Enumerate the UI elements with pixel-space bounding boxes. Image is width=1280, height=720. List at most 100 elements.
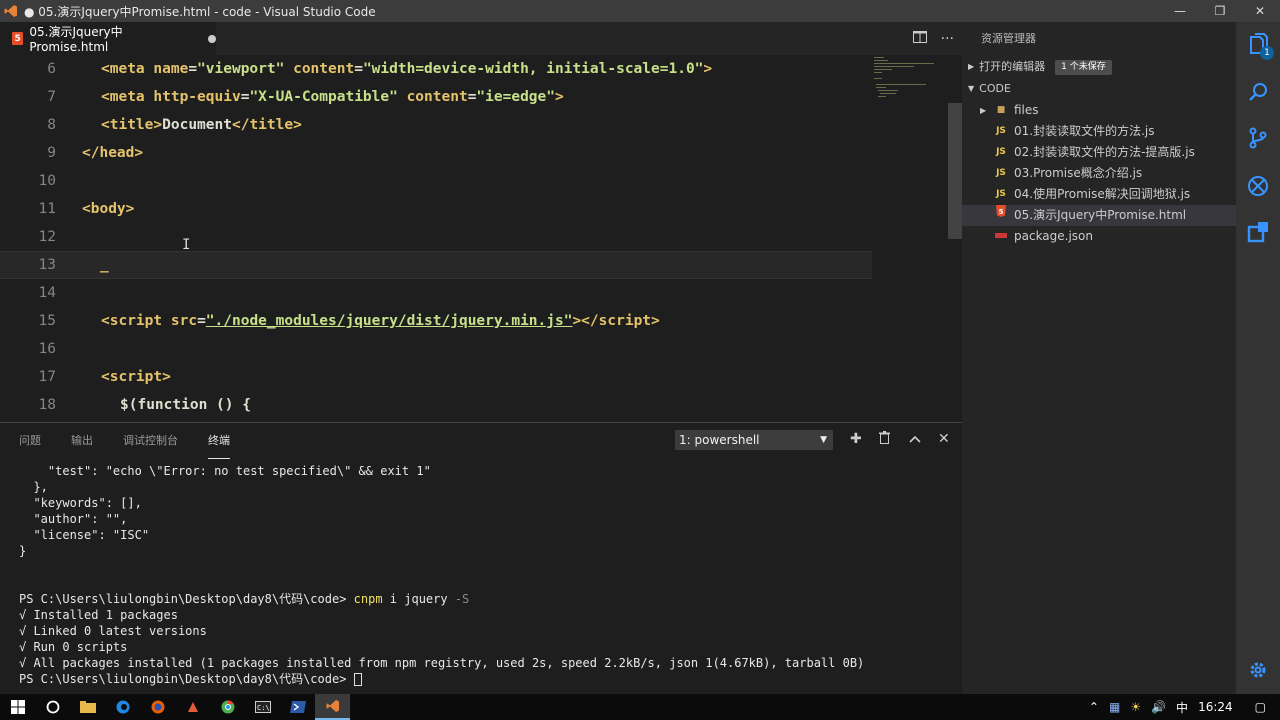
source-control-icon[interactable] <box>1236 116 1280 160</box>
tab-05-html[interactable]: 5 05.演示Jquery中Promise.html <box>0 22 216 55</box>
scrollbar-thumb[interactable] <box>948 103 962 239</box>
line-number: 11 <box>38 201 56 217</box>
terminal-line: √ Installed 1 packages <box>19 608 178 622</box>
maximize-button[interactable]: ❐ <box>1200 0 1240 22</box>
clock[interactable]: 16:24 <box>1198 700 1233 714</box>
open-editors-label: 打开的编辑器 <box>979 60 1046 73</box>
tab-terminal[interactable]: 终端 <box>208 423 230 459</box>
cortana-icon[interactable] <box>35 694 70 720</box>
code-section-label: CODE <box>979 82 1011 95</box>
line-number: 16 <box>38 341 56 357</box>
terminal-output[interactable]: "test": "echo \"Error: no test specified… <box>0 463 962 695</box>
code-folder-section[interactable]: ▼ CODE <box>962 78 1236 100</box>
gear-icon[interactable] <box>1236 648 1280 692</box>
notifications-icon[interactable]: ▢ <box>1255 700 1266 714</box>
tab-output[interactable]: 输出 <box>71 423 93 459</box>
extensions-icon[interactable] <box>1236 210 1280 254</box>
tab-debug-console[interactable]: 调试控制台 <box>123 423 178 459</box>
list-item-folder-files[interactable]: ▶ ■ files <box>962 100 1236 121</box>
js-file-icon: JS <box>996 126 1006 136</box>
terminal-line: "test": "echo \"Error: no test specified… <box>19 464 431 478</box>
line-number: 18 <box>38 397 56 413</box>
terminal-line: "keywords": [], <box>19 496 142 510</box>
chevron-down-icon: ▼ <box>968 84 975 93</box>
code-line: 9 </head> <box>0 139 872 167</box>
js-file-icon: JS <box>996 189 1006 199</box>
terminal-select[interactable]: 1: powershell ▼ <box>675 430 833 450</box>
code-line: 8 <title>Document</title> <box>0 111 872 139</box>
new-terminal-icon[interactable]: ✚ <box>850 431 862 447</box>
tab-problems[interactable]: 问题 <box>19 423 41 459</box>
open-editors-section[interactable]: ▶ 打开的编辑器 1 个未保存 <box>962 56 1236 78</box>
file-explorer-icon[interactable] <box>70 694 105 720</box>
minimize-button[interactable]: — <box>1160 0 1200 22</box>
file-label: 01.封装读取文件的方法.js <box>1014 124 1155 138</box>
terminal-line: }, <box>19 480 48 494</box>
volume-icon[interactable]: 🔊 <box>1151 700 1166 714</box>
terminal-prompt-line: PS C:\Users\liulongbin\Desktop\day8\代码\c… <box>19 671 962 687</box>
debug-icon[interactable] <box>1236 164 1280 208</box>
edge-browser-icon[interactable] <box>105 694 140 720</box>
terminal-line: "license": "ISC" <box>19 528 150 542</box>
list-item-file-selected[interactable]: 5 05.演示Jquery中Promise.html <box>962 205 1236 226</box>
html5-icon: 5 <box>994 205 1008 226</box>
line-number: 13 <box>38 257 56 273</box>
tray-chevron-up-icon[interactable]: ⌃ <box>1089 700 1099 714</box>
weather-icon[interactable]: ☀ <box>1130 700 1141 714</box>
line-number: 7 <box>47 89 56 105</box>
close-panel-icon[interactable]: ✕ <box>938 431 950 447</box>
file-label: 03.Promise概念介绍.js <box>1014 166 1143 180</box>
html5-icon: 5 <box>12 32 24 45</box>
code-line: 10 <box>0 167 872 195</box>
network-icon[interactable]: ▦ <box>1109 700 1120 714</box>
file-label: 05.演示Jquery中Promise.html <box>1014 208 1187 222</box>
unsaved-count-badge: 1 <box>1260 46 1274 60</box>
list-item-file[interactable]: JS 04.使用Promise解决回调地狱.js <box>962 184 1236 205</box>
list-item-file[interactable]: JS 01.封装读取文件的方法.js <box>962 121 1236 142</box>
file-label: 02.封装读取文件的方法-提高版.js <box>1014 145 1195 159</box>
line-number: 17 <box>38 369 56 385</box>
file-label: 04.使用Promise解决回调地狱.js <box>1014 187 1191 201</box>
tab-label: 05.演示Jquery中Promise.html <box>29 25 123 54</box>
code-line-current: 13 _ <box>0 251 872 279</box>
maximize-panel-icon[interactable] <box>909 431 921 447</box>
search-icon[interactable] <box>1236 70 1280 114</box>
folder-icon: ■ <box>996 105 1006 115</box>
unsaved-dot-icon[interactable] <box>208 34 216 43</box>
activity-bar: 1 <box>1236 22 1280 694</box>
sidebar-title: 资源管理器 <box>981 32 1036 45</box>
ime-indicator[interactable]: 中 <box>1176 699 1188 716</box>
powershell-icon[interactable] <box>280 694 315 720</box>
code-line: 15 <script src="./node_modules/jquery/di… <box>0 307 872 335</box>
line-number: 9 <box>47 145 56 161</box>
chevron-right-icon: ▶ <box>968 62 975 71</box>
app-icon[interactable] <box>175 694 210 720</box>
mouse-ibeam-icon: I <box>182 237 191 253</box>
terminal-line: √ Linked 0 latest versions <box>19 624 207 638</box>
chrome-icon[interactable] <box>210 694 245 720</box>
line-number: 8 <box>47 117 56 133</box>
list-item-file[interactable]: JS 02.封装读取文件的方法-提高版.js <box>962 142 1236 163</box>
cmd-icon[interactable]: C:\ <box>245 694 280 720</box>
line-number: 10 <box>38 173 56 189</box>
close-window-button[interactable]: ✕ <box>1240 0 1280 22</box>
svg-text:C:\: C:\ <box>257 704 270 712</box>
code-editor[interactable]: 6 <meta name="viewport" content="width=d… <box>0 55 962 422</box>
windows-start-icon[interactable] <box>0 694 35 720</box>
npm-icon <box>994 226 1008 247</box>
trash-icon[interactable] <box>879 431 890 448</box>
code-line: 18 $(function () { <box>0 391 872 419</box>
chevron-down-icon: ▼ <box>820 435 827 445</box>
split-editor-icon[interactable] <box>912 31 927 46</box>
terminal-line: "author": "", <box>19 512 128 526</box>
list-item-file[interactable]: package.json <box>962 226 1236 247</box>
explorer-icon[interactable]: 1 <box>1236 22 1280 66</box>
file-label: files <box>1014 103 1039 117</box>
more-actions-icon[interactable]: ··· <box>941 31 954 47</box>
vscode-taskbar-icon[interactable] <box>315 694 350 720</box>
terminal-command-line: PS C:\Users\liulongbin\Desktop\day8\代码\c… <box>19 592 470 606</box>
list-item-file[interactable]: JS 03.Promise概念介绍.js <box>962 163 1236 184</box>
minimap[interactable] <box>872 55 948 115</box>
editor-scrollbar[interactable] <box>948 55 962 422</box>
firefox-icon[interactable] <box>140 694 175 720</box>
